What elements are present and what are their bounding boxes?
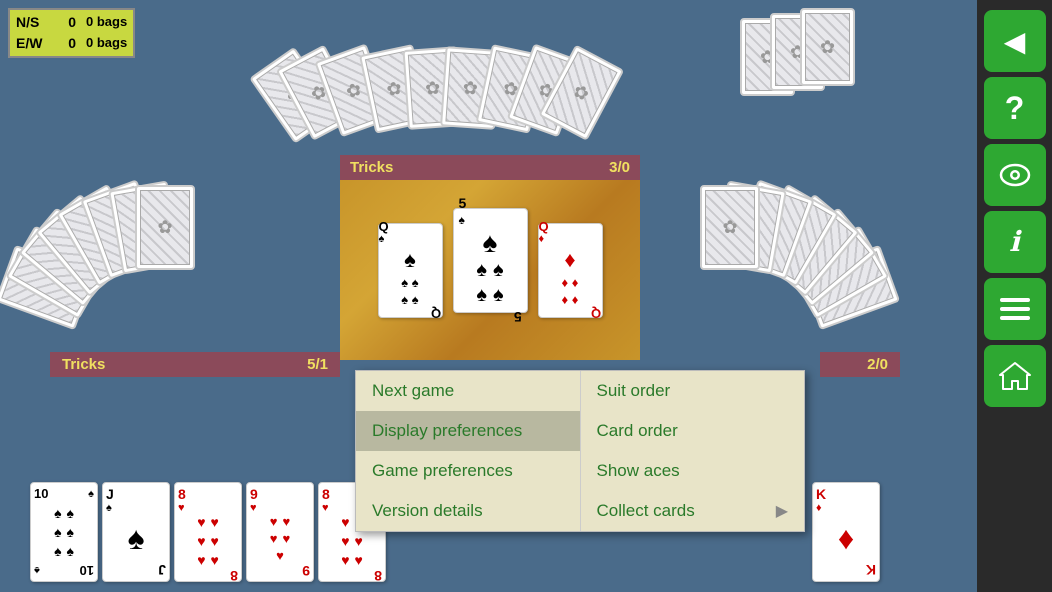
card-rank-bottom-n: 5 <box>509 307 527 327</box>
scoreboard: N/S 0 0 bags E/W 0 0 bags <box>8 8 135 58</box>
south-card-1[interactable]: 10 ♠ ♠♠ ♠♠ ♠♠ 10 ♠ <box>30 482 98 582</box>
card-rank-top-e: Q <box>539 220 549 233</box>
south-card-6[interactable]: K♦ ♦ K <box>812 482 880 582</box>
menu-arrow-icon: ▶ <box>776 501 788 521</box>
east-hand <box>695 185 880 330</box>
menu-item-suit-order[interactable]: Suit order <box>581 371 805 411</box>
home-icon <box>998 359 1032 393</box>
card-rank-top: Q <box>379 220 389 233</box>
wood-surface: Q ♠ ♠ ♠ ♠ ♠ ♠ Q 5 ♠ ♠ ♠♠ ♠♠ 5 <box>340 180 640 360</box>
north-hand <box>290 8 630 128</box>
east-played-card[interactable]: Q ♦ ♦ ♦ ♦ ♦ ♦ Q <box>538 223 603 318</box>
tricks-top-score: 3/0 <box>609 159 630 176</box>
score-row-ns: N/S 0 0 bags <box>16 12 127 33</box>
context-menu: Next game Display preferences Game prefe… <box>355 370 805 532</box>
card-suit-top-n: ♠ <box>454 213 470 227</box>
west-hand <box>15 185 200 330</box>
right-sidebar: ◀ ? ℹ <box>977 0 1052 592</box>
card-rank-top-n: 5 <box>454 193 472 213</box>
menu-button[interactable] <box>984 278 1046 340</box>
menu-item-card-order[interactable]: Card order <box>581 411 805 451</box>
east-top-hand <box>740 8 880 108</box>
menu-columns: Next game Display preferences Game prefe… <box>356 371 804 531</box>
ew-bags: 0 bags <box>86 33 127 54</box>
eye-icon <box>997 157 1033 193</box>
menu-item-show-aces[interactable]: Show aces <box>581 451 805 491</box>
menu-item-display-prefs[interactable]: Display preferences <box>356 411 580 451</box>
menu-item-collect-cards[interactable]: Collect cards ▶ <box>581 491 805 531</box>
menu-col-left: Next game Display preferences Game prefe… <box>356 371 581 531</box>
menu-item-next-game[interactable]: Next game <box>356 371 580 411</box>
card-rank-bottom-e: Q <box>591 307 601 320</box>
game-area: N/S 0 0 bags E/W 0 0 bags <box>0 0 960 592</box>
home-button[interactable] <box>984 345 1046 407</box>
ns-bags: 0 bags <box>86 12 127 33</box>
tricks-banner-right: 2/0 <box>820 352 900 377</box>
card-suit-top: ♠ <box>379 233 385 245</box>
card-suit-top-e: ♦ <box>539 233 545 245</box>
menu-item-version-details[interactable]: Version details <box>356 491 580 531</box>
tricks-top-label: Tricks <box>350 159 393 176</box>
tricks-left-score: 5/1 <box>307 356 328 373</box>
hamburger-icon <box>998 295 1032 323</box>
tricks-right-score: 2/0 <box>867 356 888 373</box>
tricks-banner-top: Tricks 3/0 <box>340 155 640 180</box>
south-card-2[interactable]: J♠ ♠ J <box>102 482 170 582</box>
menu-item-game-prefs[interactable]: Game preferences <box>356 451 580 491</box>
ns-score: 0 <box>56 12 76 33</box>
info-button[interactable]: ℹ <box>984 211 1046 273</box>
south-card-3[interactable]: 8♥ ♥♥ ♥♥ ♥♥ 8 <box>174 482 242 582</box>
south-card-4[interactable]: 9♥ ♥♥ ♥♥ ♥ 9 <box>246 482 314 582</box>
tricks-left-label: Tricks <box>62 356 105 373</box>
east-card-8 <box>700 185 760 270</box>
card-rank-bottom: Q <box>431 307 441 320</box>
help-button[interactable]: ? <box>984 77 1046 139</box>
ew-label: E/W <box>16 33 46 54</box>
north-played-card[interactable]: 5 ♠ ♠ ♠♠ ♠♠ 5 <box>453 208 528 313</box>
west-card-8 <box>135 185 195 270</box>
west-played-card[interactable]: Q ♠ ♠ ♠ ♠ ♠ ♠ Q <box>378 223 443 318</box>
east-top-card-3 <box>800 8 855 86</box>
center-table: Tricks 3/0 Q ♠ ♠ ♠ ♠ ♠ ♠ Q 5 ♠ ♠ ♠♠ <box>340 155 640 395</box>
menu-col-right: Suit order Card order Show aces Collect … <box>581 371 805 531</box>
tricks-banner-left: Tricks 5/1 <box>50 352 340 377</box>
ew-score: 0 <box>56 33 76 54</box>
back-button[interactable]: ◀ <box>984 10 1046 72</box>
ns-label: N/S <box>16 12 46 33</box>
view-button[interactable] <box>984 144 1046 206</box>
score-row-ew: E/W 0 0 bags <box>16 33 127 54</box>
